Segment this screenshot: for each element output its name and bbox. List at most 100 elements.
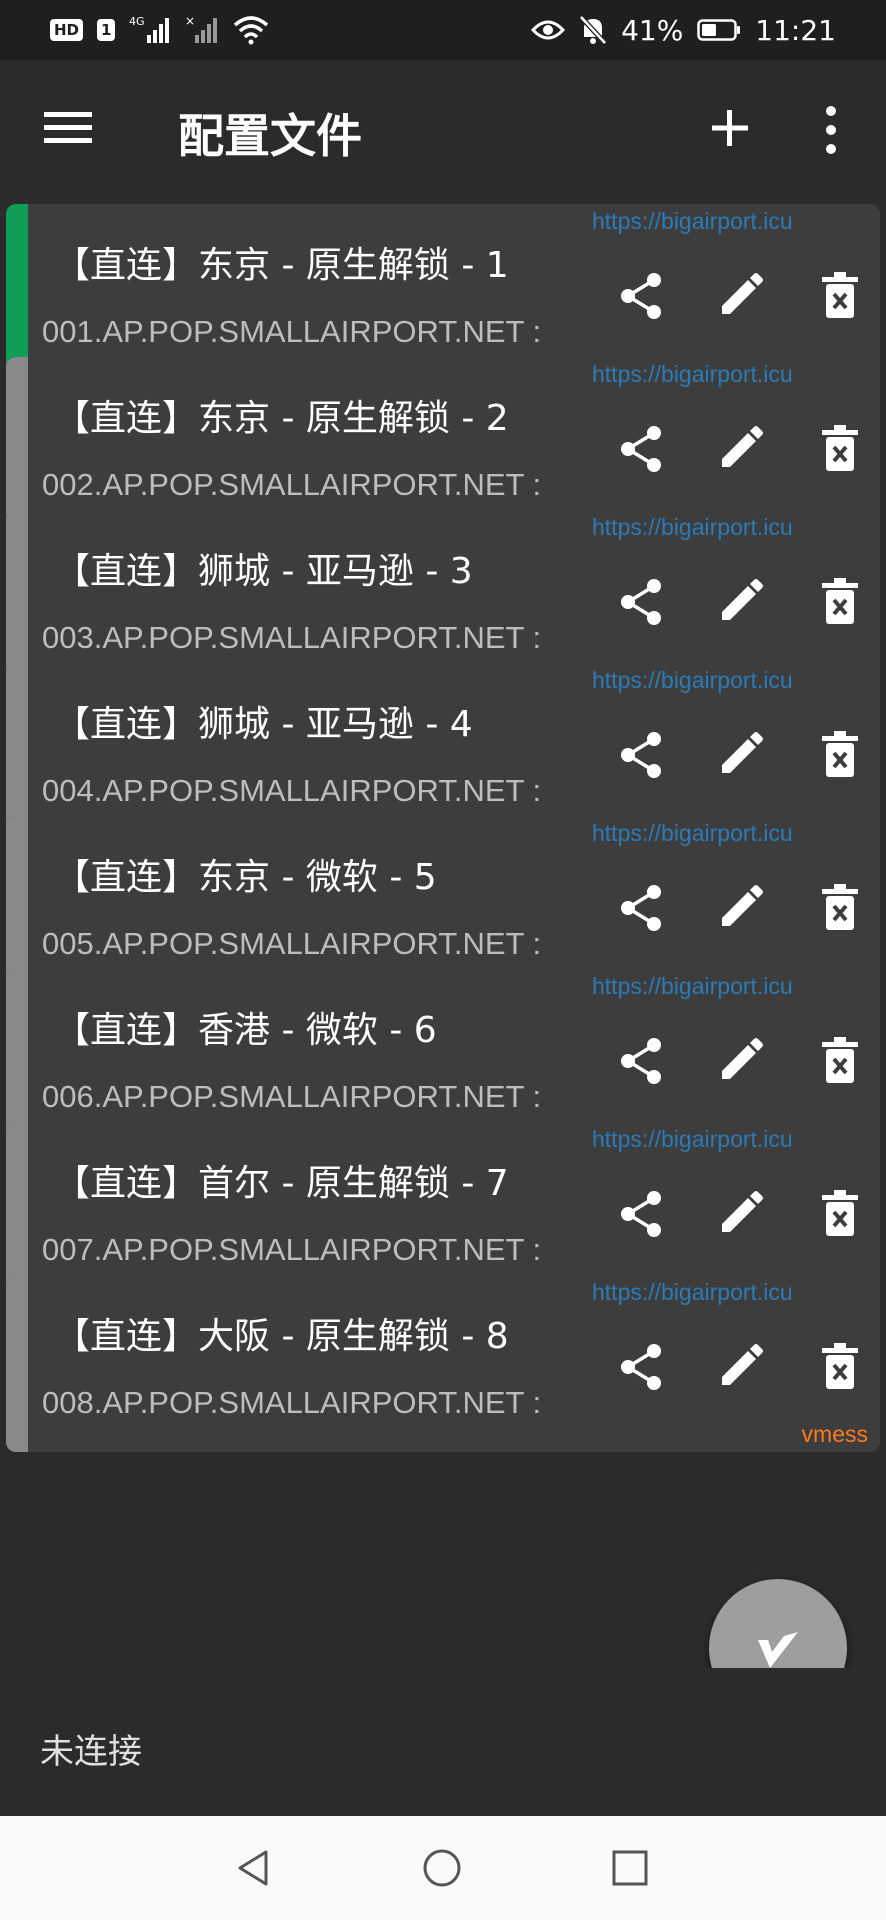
- network-label: 4G: [129, 15, 145, 28]
- share-icon[interactable]: [616, 1035, 668, 1087]
- plus-icon[interactable]: [708, 100, 752, 156]
- selection-indicator: [6, 663, 28, 840]
- profile-card-body: https://bigairport.icu 【直连】东京 - 微软 - 5 005…: [28, 816, 880, 993]
- profile-name: 【直连】东京 - 原生解锁 - 2: [54, 398, 509, 439]
- delete-icon[interactable]: [814, 882, 866, 934]
- battery-icon: [697, 18, 741, 42]
- selection-indicator: [6, 357, 28, 534]
- share-icon[interactable]: [616, 1341, 668, 1393]
- clock: 11:21: [755, 13, 836, 47]
- status-right: 41% 11:21: [531, 14, 836, 47]
- edit-icon[interactable]: [714, 882, 766, 934]
- status-bar: HD 1 4G × 41% 11:21: [0, 0, 886, 60]
- signal-icon: 4G: [129, 15, 171, 45]
- eye-icon: [531, 18, 566, 42]
- connection-bar[interactable]: 未连接: [0, 1668, 886, 1816]
- subscription-url: https://bigairport.icu: [592, 1279, 793, 1305]
- menu-icon[interactable]: [44, 110, 92, 146]
- profile-card-body: https://bigairport.icu 【直连】香港 - 微软 - 6 006…: [28, 969, 880, 1146]
- subscription-url: https://bigairport.icu: [592, 514, 793, 540]
- delete-icon[interactable]: [814, 270, 866, 322]
- status-left: HD 1 4G ×: [50, 15, 269, 45]
- mute-bell-icon: [579, 15, 607, 45]
- battery-percent: 41%: [621, 13, 684, 47]
- selection-indicator: [6, 1122, 28, 1299]
- profile-address: 006.AP.POP.SMALLAIRPORT.NET :: [42, 1079, 542, 1114]
- profile-name: 【直连】首尔 - 原生解锁 - 7: [54, 1163, 509, 1204]
- recents-icon[interactable]: [608, 1846, 652, 1890]
- profile-card-body: https://bigairport.icu 【直连】首尔 - 原生解锁 - 7 0…: [28, 1122, 880, 1299]
- share-icon[interactable]: [616, 576, 668, 628]
- profile-list[interactable]: https://bigairport.icu 【直连】东京 - 原生解锁 - 1 0…: [0, 200, 886, 1668]
- app-bar: 配置文件: [0, 60, 886, 200]
- protocol-label: vmess: [801, 1421, 868, 1447]
- profile-card[interactable]: https://bigairport.icu 【直连】狮城 - 亚马逊 - 3 00…: [6, 510, 880, 687]
- edit-icon[interactable]: [714, 1035, 766, 1087]
- share-icon[interactable]: [616, 270, 668, 322]
- profile-address: 003.AP.POP.SMALLAIRPORT.NET :: [42, 620, 542, 655]
- share-icon[interactable]: [616, 423, 668, 475]
- share-icon[interactable]: [616, 729, 668, 781]
- nav-bar: [0, 1816, 886, 1920]
- profile-card[interactable]: https://bigairport.icu 【直连】首尔 - 原生解锁 - 7 0…: [6, 1122, 880, 1299]
- selection-indicator: [6, 816, 28, 993]
- selection-indicator: [6, 969, 28, 1146]
- profile-card[interactable]: https://bigairport.icu 【直连】东京 - 原生解锁 - 1 0…: [6, 204, 880, 381]
- more-vert-icon[interactable]: [818, 105, 844, 155]
- profile-address: 004.AP.POP.SMALLAIRPORT.NET :: [42, 773, 542, 808]
- subscription-url: https://bigairport.icu: [592, 820, 793, 846]
- edit-icon[interactable]: [714, 270, 766, 322]
- delete-icon[interactable]: [814, 729, 866, 781]
- selection-indicator: [6, 1275, 28, 1452]
- subscription-url: https://bigairport.icu: [592, 973, 793, 999]
- profile-card[interactable]: https://bigairport.icu 【直连】狮城 - 亚马逊 - 4 00…: [6, 663, 880, 840]
- edit-icon[interactable]: [714, 1188, 766, 1240]
- connection-status: 未连接: [40, 1732, 142, 1772]
- profile-name: 【直连】东京 - 微软 - 5: [54, 857, 437, 898]
- delete-icon[interactable]: [814, 423, 866, 475]
- profile-card-body: https://bigairport.icu 【直连】狮城 - 亚马逊 - 4 00…: [28, 663, 880, 840]
- page-title: 配置文件: [178, 109, 362, 163]
- selection-indicator: [6, 510, 28, 687]
- profile-name: 【直连】东京 - 原生解锁 - 1: [54, 245, 509, 286]
- profile-address: 001.AP.POP.SMALLAIRPORT.NET :: [42, 314, 542, 349]
- profile-card[interactable]: https://bigairport.icu 【直连】香港 - 微软 - 6 006…: [6, 969, 880, 1146]
- delete-icon[interactable]: [814, 576, 866, 628]
- delete-icon[interactable]: [814, 1341, 866, 1393]
- share-icon[interactable]: [616, 1188, 668, 1240]
- subscription-url: https://bigairport.icu: [592, 1126, 793, 1152]
- profile-address: 008.AP.POP.SMALLAIRPORT.NET :: [42, 1385, 542, 1420]
- profile-card-body: https://bigairport.icu 【直连】东京 - 原生解锁 - 1 0…: [28, 204, 880, 381]
- profile-name: 【直连】狮城 - 亚马逊 - 4: [54, 704, 473, 745]
- hd-badge: HD: [50, 19, 84, 41]
- profile-address: 007.AP.POP.SMALLAIRPORT.NET :: [42, 1232, 542, 1267]
- profile-card[interactable]: https://bigairport.icu 【直连】东京 - 微软 - 5 005…: [6, 816, 880, 993]
- no-signal-icon: ×: [185, 15, 219, 45]
- profile-address: 005.AP.POP.SMALLAIRPORT.NET :: [42, 926, 542, 961]
- edit-icon[interactable]: [714, 729, 766, 781]
- profile-name: 【直连】大阪 - 原生解锁 - 8: [54, 1316, 509, 1357]
- delete-icon[interactable]: [814, 1035, 866, 1087]
- profile-card-body: https://bigairport.icu 【直连】大阪 - 原生解锁 - 8 0…: [28, 1275, 880, 1452]
- edit-icon[interactable]: [714, 576, 766, 628]
- sim-badge: 1: [97, 19, 116, 41]
- edit-icon[interactable]: [714, 1341, 766, 1393]
- profile-name: 【直连】香港 - 微软 - 6: [54, 1010, 437, 1051]
- subscription-url: https://bigairport.icu: [592, 667, 793, 693]
- profile-card-body: https://bigairport.icu 【直连】狮城 - 亚马逊 - 3 00…: [28, 510, 880, 687]
- subscription-url: https://bigairport.icu: [592, 361, 793, 387]
- back-icon[interactable]: [232, 1846, 276, 1890]
- selection-indicator: [6, 204, 28, 381]
- svg-text:×: ×: [185, 15, 195, 28]
- wifi-icon: [233, 15, 269, 45]
- profile-card-body: https://bigairport.icu 【直连】东京 - 原生解锁 - 2 0…: [28, 357, 880, 534]
- share-icon[interactable]: [616, 882, 668, 934]
- profile-name: 【直连】狮城 - 亚马逊 - 3: [54, 551, 473, 592]
- profile-address: 002.AP.POP.SMALLAIRPORT.NET :: [42, 467, 542, 502]
- home-icon[interactable]: [420, 1846, 464, 1890]
- edit-icon[interactable]: [714, 423, 766, 475]
- subscription-url: https://bigairport.icu: [592, 208, 793, 234]
- profile-card[interactable]: https://bigairport.icu 【直连】东京 - 原生解锁 - 2 0…: [6, 357, 880, 534]
- profile-card[interactable]: https://bigairport.icu 【直连】大阪 - 原生解锁 - 8 0…: [6, 1275, 880, 1452]
- delete-icon[interactable]: [814, 1188, 866, 1240]
